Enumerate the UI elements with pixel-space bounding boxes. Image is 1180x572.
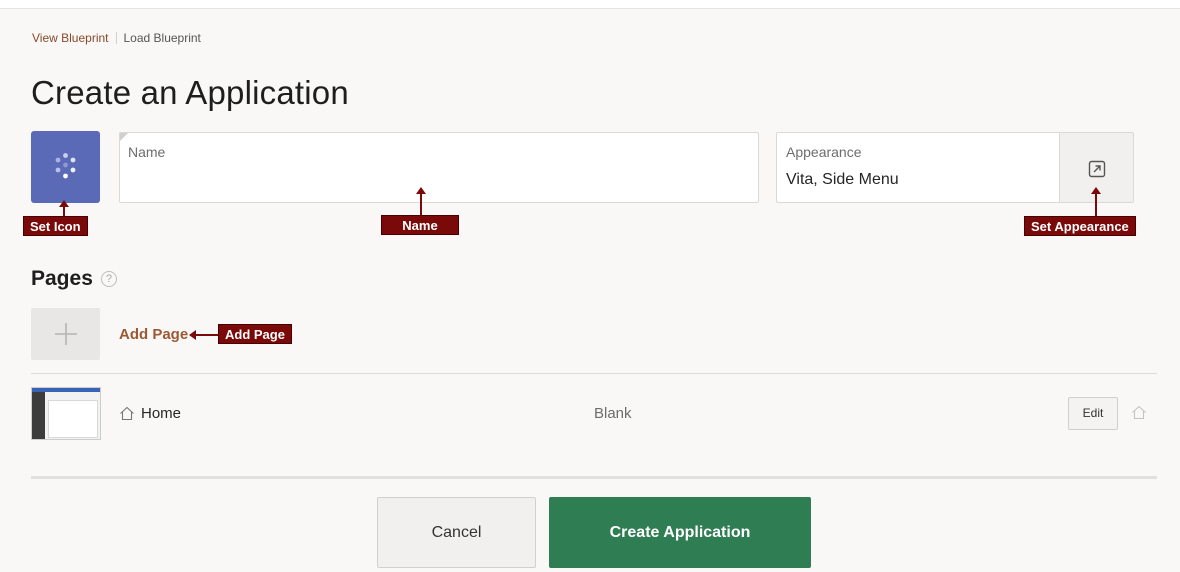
- page-row-name: Home: [119, 405, 181, 422]
- name-field[interactable]: Name: [119, 132, 759, 203]
- set-home-icon[interactable]: [1131, 405, 1147, 420]
- set-appearance-callout: Set Appearance: [1024, 216, 1136, 236]
- pages-heading: Pages ?: [31, 267, 117, 291]
- name-callout: Name: [381, 215, 459, 235]
- edit-page-button[interactable]: Edit: [1068, 397, 1118, 430]
- add-page-link[interactable]: Add Page: [119, 326, 188, 343]
- open-dialog-icon: [1088, 160, 1106, 178]
- help-icon[interactable]: ?: [100, 271, 117, 287]
- appearance-field[interactable]: Appearance Vita, Side Menu: [776, 132, 1059, 203]
- page-name: Home: [141, 405, 182, 422]
- add-page-callout: Add Page: [218, 324, 292, 344]
- page-title: Create an Application: [31, 74, 349, 111]
- appearance-label: Appearance: [786, 144, 862, 160]
- blueprint-links: View Blueprint Load Blueprint: [32, 31, 201, 45]
- create-application-button[interactable]: Create Application: [549, 497, 811, 568]
- required-indicator: [120, 133, 128, 141]
- plus-icon: [55, 323, 77, 345]
- set-icon-callout: Set Icon: [23, 216, 88, 236]
- name-arrow: [416, 187, 426, 216]
- add-page-tile[interactable]: [31, 308, 100, 360]
- pages-heading-text: Pages: [31, 267, 93, 290]
- cancel-button[interactable]: Cancel: [377, 497, 536, 568]
- footer-divider: [31, 476, 1157, 479]
- view-blueprint-link[interactable]: View Blueprint: [32, 31, 109, 45]
- page-thumbnail: [31, 387, 101, 440]
- appearance-value: Vita, Side Menu: [786, 171, 899, 188]
- set-appearance-arrow: [1091, 187, 1101, 217]
- name-label: Name: [128, 144, 166, 160]
- link-divider: [115, 32, 117, 44]
- page-type: Blank: [594, 405, 632, 422]
- app-icon: [55, 153, 76, 179]
- home-icon: [120, 406, 134, 421]
- set-icon-button[interactable]: [31, 131, 100, 203]
- add-page-arrow: [189, 330, 219, 340]
- load-blueprint-link[interactable]: Load Blueprint: [124, 31, 201, 45]
- name-input[interactable]: [128, 169, 748, 193]
- section-divider: [31, 373, 1157, 374]
